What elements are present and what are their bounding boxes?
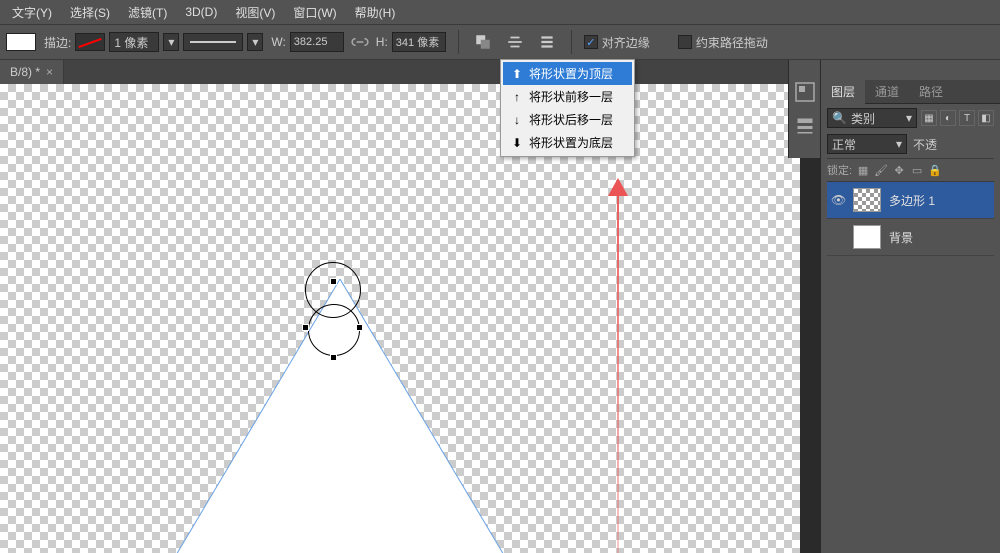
options-bar: 描边: 1 像素 ▾ ▾ W: H: 对齐边缘 约束路径拖动 bbox=[0, 24, 1000, 60]
control-circle-2[interactable] bbox=[308, 304, 360, 356]
stroke-width-chev[interactable]: ▾ bbox=[163, 33, 179, 51]
align-edges-label: 对齐边缘 bbox=[602, 34, 650, 51]
width-input[interactable] bbox=[290, 32, 344, 52]
panel-tabs: 图层 通道 路径 bbox=[821, 80, 1000, 104]
filter-type-icon[interactable]: T bbox=[959, 110, 975, 126]
stroke-style-select[interactable] bbox=[183, 33, 243, 51]
stroke-label: 描边: bbox=[44, 34, 71, 51]
path-arrange-icon[interactable] bbox=[535, 30, 559, 54]
menu-text[interactable]: 文字(Y) bbox=[4, 2, 60, 23]
path-align-icon[interactable] bbox=[503, 30, 527, 54]
layer-name[interactable]: 背景 bbox=[889, 229, 913, 246]
lock-artboard-icon[interactable]: ▭ bbox=[910, 163, 924, 177]
layer-item-background[interactable]: 背景 bbox=[827, 219, 994, 256]
tab-layers[interactable]: 图层 bbox=[821, 79, 865, 104]
h-label: H: bbox=[376, 35, 388, 49]
layer-name[interactable]: 多边形 1 bbox=[889, 192, 935, 209]
stack-icon: ⬆ bbox=[509, 67, 525, 81]
menu-view[interactable]: 视图(V) bbox=[227, 2, 283, 23]
align-edges-checkbox[interactable] bbox=[584, 35, 598, 49]
constrain-checkbox[interactable] bbox=[678, 35, 692, 49]
height-input[interactable] bbox=[392, 32, 446, 52]
anchor-handle[interactable] bbox=[330, 354, 337, 361]
stroke-width-select[interactable]: 1 像素 bbox=[109, 32, 159, 52]
constrain-label: 约束路径拖动 bbox=[696, 34, 768, 51]
menu-select[interactable]: 选择(S) bbox=[62, 2, 118, 23]
arrange-dropdown: ⬆将形状置为顶层 ↑将形状前移一层 ↓将形状后移一层 ⬇将形状置为底层 bbox=[500, 59, 635, 157]
send-backward-item[interactable]: ↓将形状后移一层 bbox=[503, 108, 632, 131]
menu-bar: 文字(Y) 选择(S) 滤镜(T) 3D(D) 视图(V) 窗口(W) 帮助(H… bbox=[0, 0, 1000, 24]
lock-pixels-icon[interactable]: 🖌 bbox=[874, 163, 888, 177]
anchor-handle[interactable] bbox=[356, 324, 363, 331]
opacity-label: 不透 bbox=[913, 136, 937, 153]
layer-filter-select[interactable]: 🔍 类别 ▾ bbox=[827, 108, 917, 128]
anchor-handle[interactable] bbox=[302, 324, 309, 331]
search-icon: 🔍 bbox=[832, 111, 847, 125]
stack-icon: ↓ bbox=[509, 113, 525, 127]
lock-transparent-icon[interactable]: ▦ bbox=[856, 163, 870, 177]
annotation-arrow-line bbox=[617, 192, 619, 553]
panel-icon-2[interactable] bbox=[793, 114, 817, 138]
menu-3d[interactable]: 3D(D) bbox=[177, 3, 225, 21]
lock-position-icon[interactable]: ✥ bbox=[892, 163, 906, 177]
stack-icon: ↑ bbox=[509, 90, 525, 104]
layer-thumbnail[interactable] bbox=[853, 225, 881, 249]
menu-window[interactable]: 窗口(W) bbox=[285, 2, 344, 23]
path-operations-icon[interactable] bbox=[471, 30, 495, 54]
lock-label: 锁定: bbox=[827, 162, 852, 178]
layers-panel: 图层 通道 路径 🔍 类别 ▾ ▦ ◐ T ◧ 正常▾ 不透 锁定: ▦ 🖌 bbox=[820, 60, 1000, 553]
document-tab[interactable]: B/8) * × bbox=[0, 60, 64, 84]
menu-help[interactable]: 帮助(H) bbox=[347, 2, 404, 23]
stroke-swatch[interactable] bbox=[75, 33, 105, 51]
bring-to-front-item[interactable]: ⬆将形状置为顶层 bbox=[503, 62, 632, 85]
send-to-back-item[interactable]: ⬇将形状置为底层 bbox=[503, 131, 632, 154]
annotation-arrow-head bbox=[608, 178, 628, 196]
lock-all-icon[interactable]: 🔒 bbox=[928, 163, 942, 177]
stack-icon: ⬇ bbox=[509, 136, 525, 150]
visibility-icon[interactable]: 👁 bbox=[831, 193, 845, 207]
divider bbox=[458, 30, 459, 54]
layer-thumbnail[interactable] bbox=[853, 188, 881, 212]
w-label: W: bbox=[271, 35, 285, 49]
divider2 bbox=[571, 30, 572, 54]
tab-title: B/8) * bbox=[10, 65, 40, 79]
blend-mode-select[interactable]: 正常▾ bbox=[827, 134, 907, 154]
close-icon[interactable]: × bbox=[46, 65, 53, 79]
tab-channels[interactable]: 通道 bbox=[865, 79, 909, 104]
bring-forward-item[interactable]: ↑将形状前移一层 bbox=[503, 85, 632, 108]
filter-shape-icon[interactable]: ◧ bbox=[978, 110, 994, 126]
tab-paths[interactable]: 路径 bbox=[909, 79, 953, 104]
fill-swatch[interactable] bbox=[6, 33, 36, 51]
layer-item-polygon[interactable]: 👁 多边形 1 bbox=[827, 182, 994, 219]
filter-adjust-icon[interactable]: ◐ bbox=[940, 110, 956, 126]
panel-icon-1[interactable] bbox=[793, 80, 817, 104]
stroke-style-chev[interactable]: ▾ bbox=[247, 33, 263, 51]
menu-filter[interactable]: 滤镜(T) bbox=[120, 2, 175, 23]
link-icon[interactable] bbox=[348, 30, 372, 54]
collapsed-panel-strip bbox=[788, 60, 820, 158]
filter-pixel-icon[interactable]: ▦ bbox=[921, 110, 937, 126]
anchor-handle[interactable] bbox=[330, 278, 337, 285]
